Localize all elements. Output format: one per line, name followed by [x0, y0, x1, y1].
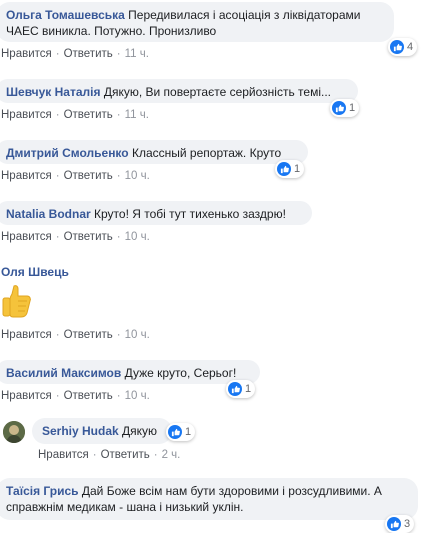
comment-author[interactable]: Ольга Томашевська [6, 8, 125, 22]
thumbs-up-icon [332, 101, 346, 115]
reaction-number: 3 [404, 518, 411, 530]
comment-author[interactable]: Оля Швець [1, 265, 69, 279]
comment-time[interactable]: 10 ч. [125, 329, 150, 341]
like-link[interactable]: Нравится [1, 170, 52, 182]
reaction-number: 1 [349, 102, 356, 114]
reaction-number: 1 [185, 426, 192, 438]
thumbs-up-icon [168, 425, 182, 439]
comment-bubble: Василий Максимов Дуже круто, Серьог! [0, 360, 260, 384]
comment-actions: Нравится · Ответить · 10 ч. [1, 329, 150, 341]
like-link[interactable]: Нравится [1, 390, 52, 402]
comment-author[interactable]: Serhiy Hudak [42, 424, 119, 438]
reaction-count[interactable]: 1 [166, 423, 196, 441]
comment-text: Дякую, Ви повертаєте серйозність темі... [103, 85, 331, 99]
comment-actions: Нравится · Ответить · 11 ч. [1, 109, 149, 121]
comment-bubble: Шевчук Наталія Дякую, Ви повертаєте серй… [0, 79, 358, 103]
comment-bubble: Ольга Томашевська Передивилася і асоціац… [0, 2, 394, 42]
thumbs-up-icon [277, 162, 291, 176]
comment-bubble: Serhiy Hudak Дякую [32, 418, 172, 444]
comment-bubble: Дмитрий Смольенко Классный репортаж. Кру… [0, 140, 308, 164]
reaction-number: 1 [294, 163, 301, 175]
comment-time[interactable]: 2 ч. [162, 449, 181, 461]
comment-author[interactable]: Таїсія Грись [6, 484, 79, 498]
thumbs-up-icon [390, 40, 404, 54]
comment-actions: Нравится · Ответить · 10 ч. [1, 170, 150, 182]
like-link[interactable]: Нравится [1, 329, 52, 341]
comment-text: Классный репортаж. Круто [131, 146, 282, 160]
comment-time[interactable]: 11 ч. [125, 109, 149, 121]
reaction-count[interactable]: 4 [388, 38, 418, 56]
reply-link[interactable]: Ответить [64, 170, 113, 182]
comment-time[interactable]: 10 ч. [125, 390, 150, 402]
thumbs-up-emoji-icon [2, 284, 32, 321]
comment-author[interactable]: Шевчук Наталія [6, 85, 100, 99]
like-link[interactable]: Нравится [38, 449, 89, 461]
reaction-number: 4 [407, 41, 414, 53]
comment-time[interactable]: 10 ч. [125, 231, 150, 243]
thumbs-up-icon [387, 517, 401, 531]
reaction-count[interactable]: 3 [385, 515, 415, 533]
reply-link[interactable]: Ответить [64, 329, 113, 341]
comment-bubble: Natalia Bodnar Круто! Я тобі тут тихеньк… [0, 201, 312, 225]
comment-actions: Нравится · Ответить · 10 ч. [1, 390, 150, 402]
comment-time[interactable]: 10 ч. [125, 170, 150, 182]
comment-bubble: Таїсія Грись Дай Боже всім нам бути здор… [0, 478, 418, 520]
reaction-count[interactable]: 1 [275, 160, 305, 178]
comment-actions: Нравится · Ответить · 10 ч. [1, 231, 150, 243]
reply-link[interactable]: Ответить [64, 48, 113, 60]
comment-text: Дуже круто, Серьог! [124, 366, 237, 380]
reaction-number: 1 [245, 383, 252, 395]
thumbs-up-icon [228, 382, 242, 396]
like-link[interactable]: Нравится [1, 109, 52, 121]
comment-author[interactable]: Natalia Bodnar [6, 207, 91, 221]
comment-text: Дякую [122, 424, 158, 438]
reply-link[interactable]: Ответить [64, 390, 113, 402]
reply-link[interactable]: Ответить [101, 449, 150, 461]
reply-link[interactable]: Ответить [64, 231, 113, 243]
reaction-count[interactable]: 1 [330, 99, 360, 117]
reply-link[interactable]: Ответить [64, 109, 113, 121]
comment-text: Круто! Я тобі тут тихенько заздрю! [94, 207, 286, 221]
like-link[interactable]: Нравится [1, 231, 52, 243]
like-link[interactable]: Нравится [1, 48, 52, 60]
comment-author[interactable]: Дмитрий Смольенко [6, 146, 129, 160]
comment-actions: Нравится · Ответить · 11 ч. [1, 48, 149, 60]
comment-actions: Нравится · Ответить · 2 ч. [38, 449, 181, 461]
avatar[interactable] [3, 421, 25, 443]
reaction-count[interactable]: 1 [226, 380, 256, 398]
comment-author[interactable]: Василий Максимов [6, 366, 121, 380]
comment-time[interactable]: 11 ч. [125, 48, 149, 60]
